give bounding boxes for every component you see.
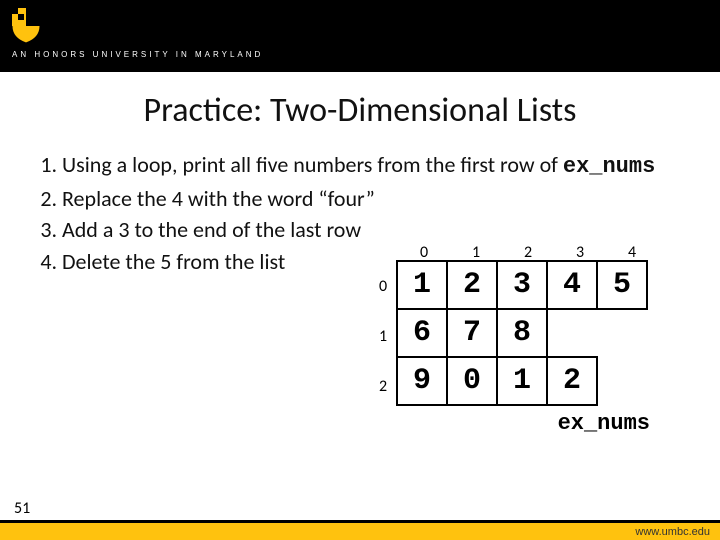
row-index: 1 — [368, 312, 398, 362]
brand-header: UMBC AN HONORS UNIVERSITY IN MARYLAND — [0, 0, 720, 72]
task-item-3: Add a 3 to the end of the last row — [62, 216, 382, 244]
array-diagram: 0 1 2 3 4 0 1 2 1 2 3 4 5 6 7 8 9 — [368, 243, 658, 412]
brand-tagline: AN HONORS UNIVERSITY IN MARYLAND — [12, 50, 263, 59]
task-text: Using a loop, print all five numbers fro… — [62, 151, 563, 178]
slide-number: 51 — [14, 499, 30, 518]
umbc-logo: UMBC — [10, 6, 134, 44]
cell: 9 — [396, 356, 448, 406]
data-row: 6 7 8 — [398, 310, 648, 358]
task-item-2: Replace the 4 with the word “four” — [62, 185, 382, 213]
task-item-4: Delete the 5 from the list — [62, 248, 382, 276]
shield-icon — [10, 6, 42, 44]
site-url: www.umbc.edu — [635, 526, 710, 538]
cell: 7 — [446, 308, 498, 358]
cell: 8 — [496, 308, 548, 358]
footer-bar — [0, 520, 720, 540]
inline-code: ex_nums — [563, 154, 655, 179]
cell: 4 — [546, 260, 598, 310]
data-row: 1 2 3 4 5 — [398, 262, 648, 310]
row-indices: 0 1 2 — [368, 262, 398, 412]
cell: 2 — [546, 356, 598, 406]
data-row: 9 0 1 2 — [398, 358, 648, 406]
brand-wordmark: UMBC — [46, 8, 134, 42]
cell: 2 — [446, 260, 498, 310]
data-grid: 1 2 3 4 5 6 7 8 9 0 1 2 — [398, 262, 648, 412]
task-item-1: Using a loop, print all five numbers fro… — [62, 151, 692, 181]
cell: 6 — [396, 308, 448, 358]
cell: 1 — [396, 260, 448, 310]
row-index: 2 — [368, 362, 398, 412]
slide-title: Practice: Two-Dimensional Lists — [0, 90, 720, 131]
cell: 5 — [596, 260, 648, 310]
cell: 0 — [446, 356, 498, 406]
cell: 1 — [496, 356, 548, 406]
variable-label: ex_nums — [558, 411, 650, 436]
row-index: 0 — [368, 262, 398, 312]
cell: 3 — [496, 260, 548, 310]
